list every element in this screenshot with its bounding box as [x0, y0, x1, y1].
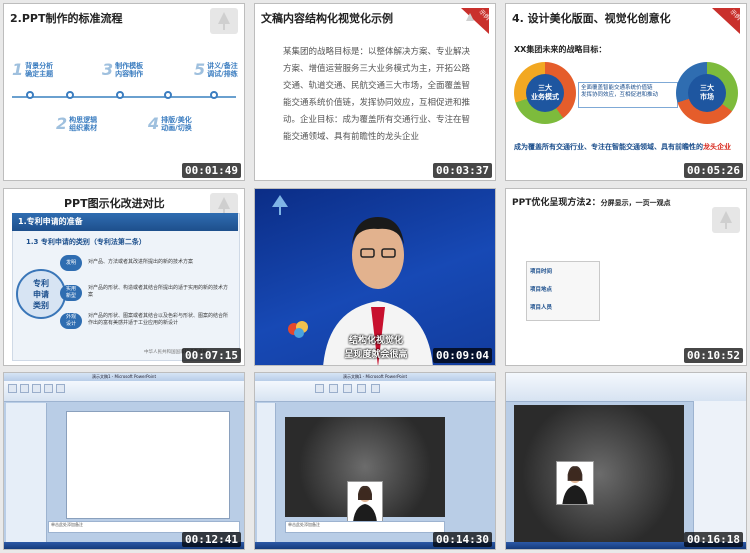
timestamp: 00:05:26	[684, 163, 743, 178]
ribbon-button[interactable]	[20, 384, 29, 393]
ring-left-label: 三大 业务模式	[526, 74, 564, 112]
list-item: 项目时间	[530, 269, 553, 275]
category-desc: 对产品的形状、图案或者其结合以及色彩与形状、图案的结合所作出的富有美感并适于工业…	[88, 313, 229, 326]
powerpoint-window	[506, 373, 746, 549]
timestamp: 00:01:49	[182, 163, 241, 178]
thumbnail-2[interactable]: 文稿内容结构化视觉化示例 示例 某集团的战略目标是：以整体解决方案、专业解决方案…	[254, 3, 496, 181]
flow-step: 3 制作模板 内容制作	[102, 60, 144, 79]
slide-title: 4. 设计美化版面、视觉化创意化	[512, 12, 671, 25]
ribbon-button[interactable]	[371, 384, 380, 393]
ring-right: 三大 市场	[676, 62, 738, 124]
footer-text: 成为覆盖所有交通行业、专注在智能交通领域、具有前瞻性的龙头企业	[514, 143, 731, 151]
timestamp: 00:14:30	[433, 532, 492, 547]
woman-photo[interactable]	[347, 481, 383, 523]
thumbnail-6[interactable]: PPT优化呈现方法2：分屏显示，一页一观点 项目时间 项目地点 项目人员 00:…	[505, 188, 747, 366]
category-pill: 实用 新型	[60, 285, 82, 301]
flow-step: 4 排版/美化 动画/切换	[148, 114, 192, 133]
tree-watermark-icon	[210, 8, 238, 34]
flow-node	[210, 91, 218, 99]
center-box: 全面覆盖智能交通系统价值链 发挥协同效应，互相促进和推动	[578, 82, 678, 108]
woman-photo[interactable]	[556, 461, 594, 505]
slide-canvas[interactable]	[514, 405, 684, 543]
flow-line	[12, 96, 236, 98]
flow-node	[164, 91, 172, 99]
slide-title: PPT图示化改进对比	[64, 197, 165, 210]
flow-step: 2 构思逻辑 组织素材	[56, 114, 98, 133]
subtitle-line-1: 结构化视觉化	[348, 336, 403, 346]
section-bar: 1.专利申请的准备	[12, 213, 238, 231]
thumbnail-1[interactable]: 2.PPT制作的标准流程 1 背景分析 确定主题 2 构思逻辑 组织素材 3 制作模板…	[3, 3, 245, 181]
section-subtitle: 1.3 专利申请的类别（专利法第二条）	[26, 238, 146, 246]
thumbnail-5[interactable]: 结构化视觉化 呈现度就会很高 00:09:04	[254, 188, 496, 366]
flow-step: 1 背景分析 确定主题	[12, 60, 54, 79]
list-item: 项目地点	[530, 287, 553, 293]
flow-node	[116, 91, 124, 99]
flow-node	[26, 91, 34, 99]
slide-title: 文稿内容结构化视觉化示例	[261, 12, 393, 25]
category-desc: 对产品、方法或者其改进所提出的新的技术方案	[88, 259, 194, 265]
tree-watermark-icon	[712, 207, 740, 233]
thumbnail-4[interactable]: PPT图示化改进对比 1.专利申请的准备 1.3 专利申请的类别（专利法第二条）…	[3, 188, 245, 366]
notes-field[interactable]: 单击此处添加备注	[285, 521, 445, 533]
flow-step: 5 讲义/备注 调试/排练	[194, 60, 238, 79]
timestamp: 00:09:04	[433, 348, 492, 363]
powerpoint-window: 演示文稿1 - Microsoft PowerPoint 单击此处添加备注	[4, 373, 244, 549]
ribbon-button[interactable]	[315, 384, 324, 393]
ribbon-button[interactable]	[56, 384, 65, 393]
list-item: 项目人员	[530, 305, 553, 311]
slide-pane[interactable]	[257, 403, 276, 543]
thumbnail-3[interactable]: 4. 设计美化版面、视觉化创意化 示例 XX集团未来的战略目标： 三大 业务模式…	[505, 3, 747, 181]
subtitle: XX集团未来的战略目标：	[514, 45, 607, 54]
paragraph: 某集团的战略目标是：以整体解决方案、专业解决方案、增值运营服务三大业务模式为主，…	[283, 47, 471, 142]
slide-canvas[interactable]	[66, 411, 230, 519]
station-logo-icon	[272, 195, 288, 215]
timestamp: 00:12:41	[182, 532, 241, 547]
ribbon-button[interactable]	[357, 384, 366, 393]
thumbnail-7[interactable]: 演示文稿1 - Microsoft PowerPoint 单击此处添加备注 00…	[3, 372, 245, 550]
timestamp: 00:03:37	[433, 163, 492, 178]
slide-pane[interactable]	[6, 403, 47, 543]
category-pill: 外观 设计	[60, 313, 82, 329]
slide-title: PPT优化呈现方法2：分屏显示，一页一观点	[512, 198, 671, 208]
video-thumbnail-grid: 2.PPT制作的标准流程 1 背景分析 确定主题 2 构思逻辑 组织素材 3 制作模板…	[0, 0, 750, 553]
timestamp: 00:07:15	[182, 348, 241, 363]
animation-pane[interactable]	[693, 401, 746, 543]
thumbnail-8[interactable]: 演示文稿1 - Microsoft PowerPoint 单击此处添加备注 00…	[254, 372, 496, 550]
timestamp: 00:10:52	[684, 348, 743, 363]
ring-left: 三大 业务模式	[514, 62, 576, 124]
woman-photo-icon	[557, 462, 593, 504]
timestamp: 00:16:18	[684, 532, 743, 547]
ribbon-button[interactable]	[329, 384, 338, 393]
slide-title: 2.PPT制作的标准流程	[10, 12, 123, 25]
window-title: 演示文稿1 - Microsoft PowerPoint	[4, 373, 244, 381]
ribbon-button[interactable]	[343, 384, 352, 393]
thumbnail-9[interactable]: 00:16:18	[505, 372, 747, 550]
category-pill: 发明	[60, 255, 82, 271]
window-title: 演示文稿1 - Microsoft PowerPoint	[255, 373, 495, 381]
ribbon-button[interactable]	[8, 384, 17, 393]
ring-right-label: 三大 市场	[688, 74, 726, 112]
flow-node	[66, 91, 74, 99]
woman-photo-icon	[348, 482, 382, 522]
ribbon-button[interactable]	[32, 384, 41, 393]
ribbon	[506, 373, 746, 402]
ribbon-button[interactable]	[44, 384, 53, 393]
category-desc: 对产品的形状、构造或者其结合所提出的适于实用的新的技术方案	[88, 285, 229, 298]
category-circle: 专利 申请 类别	[16, 269, 66, 319]
powerpoint-window: 演示文稿1 - Microsoft PowerPoint 单击此处添加备注	[255, 373, 495, 549]
